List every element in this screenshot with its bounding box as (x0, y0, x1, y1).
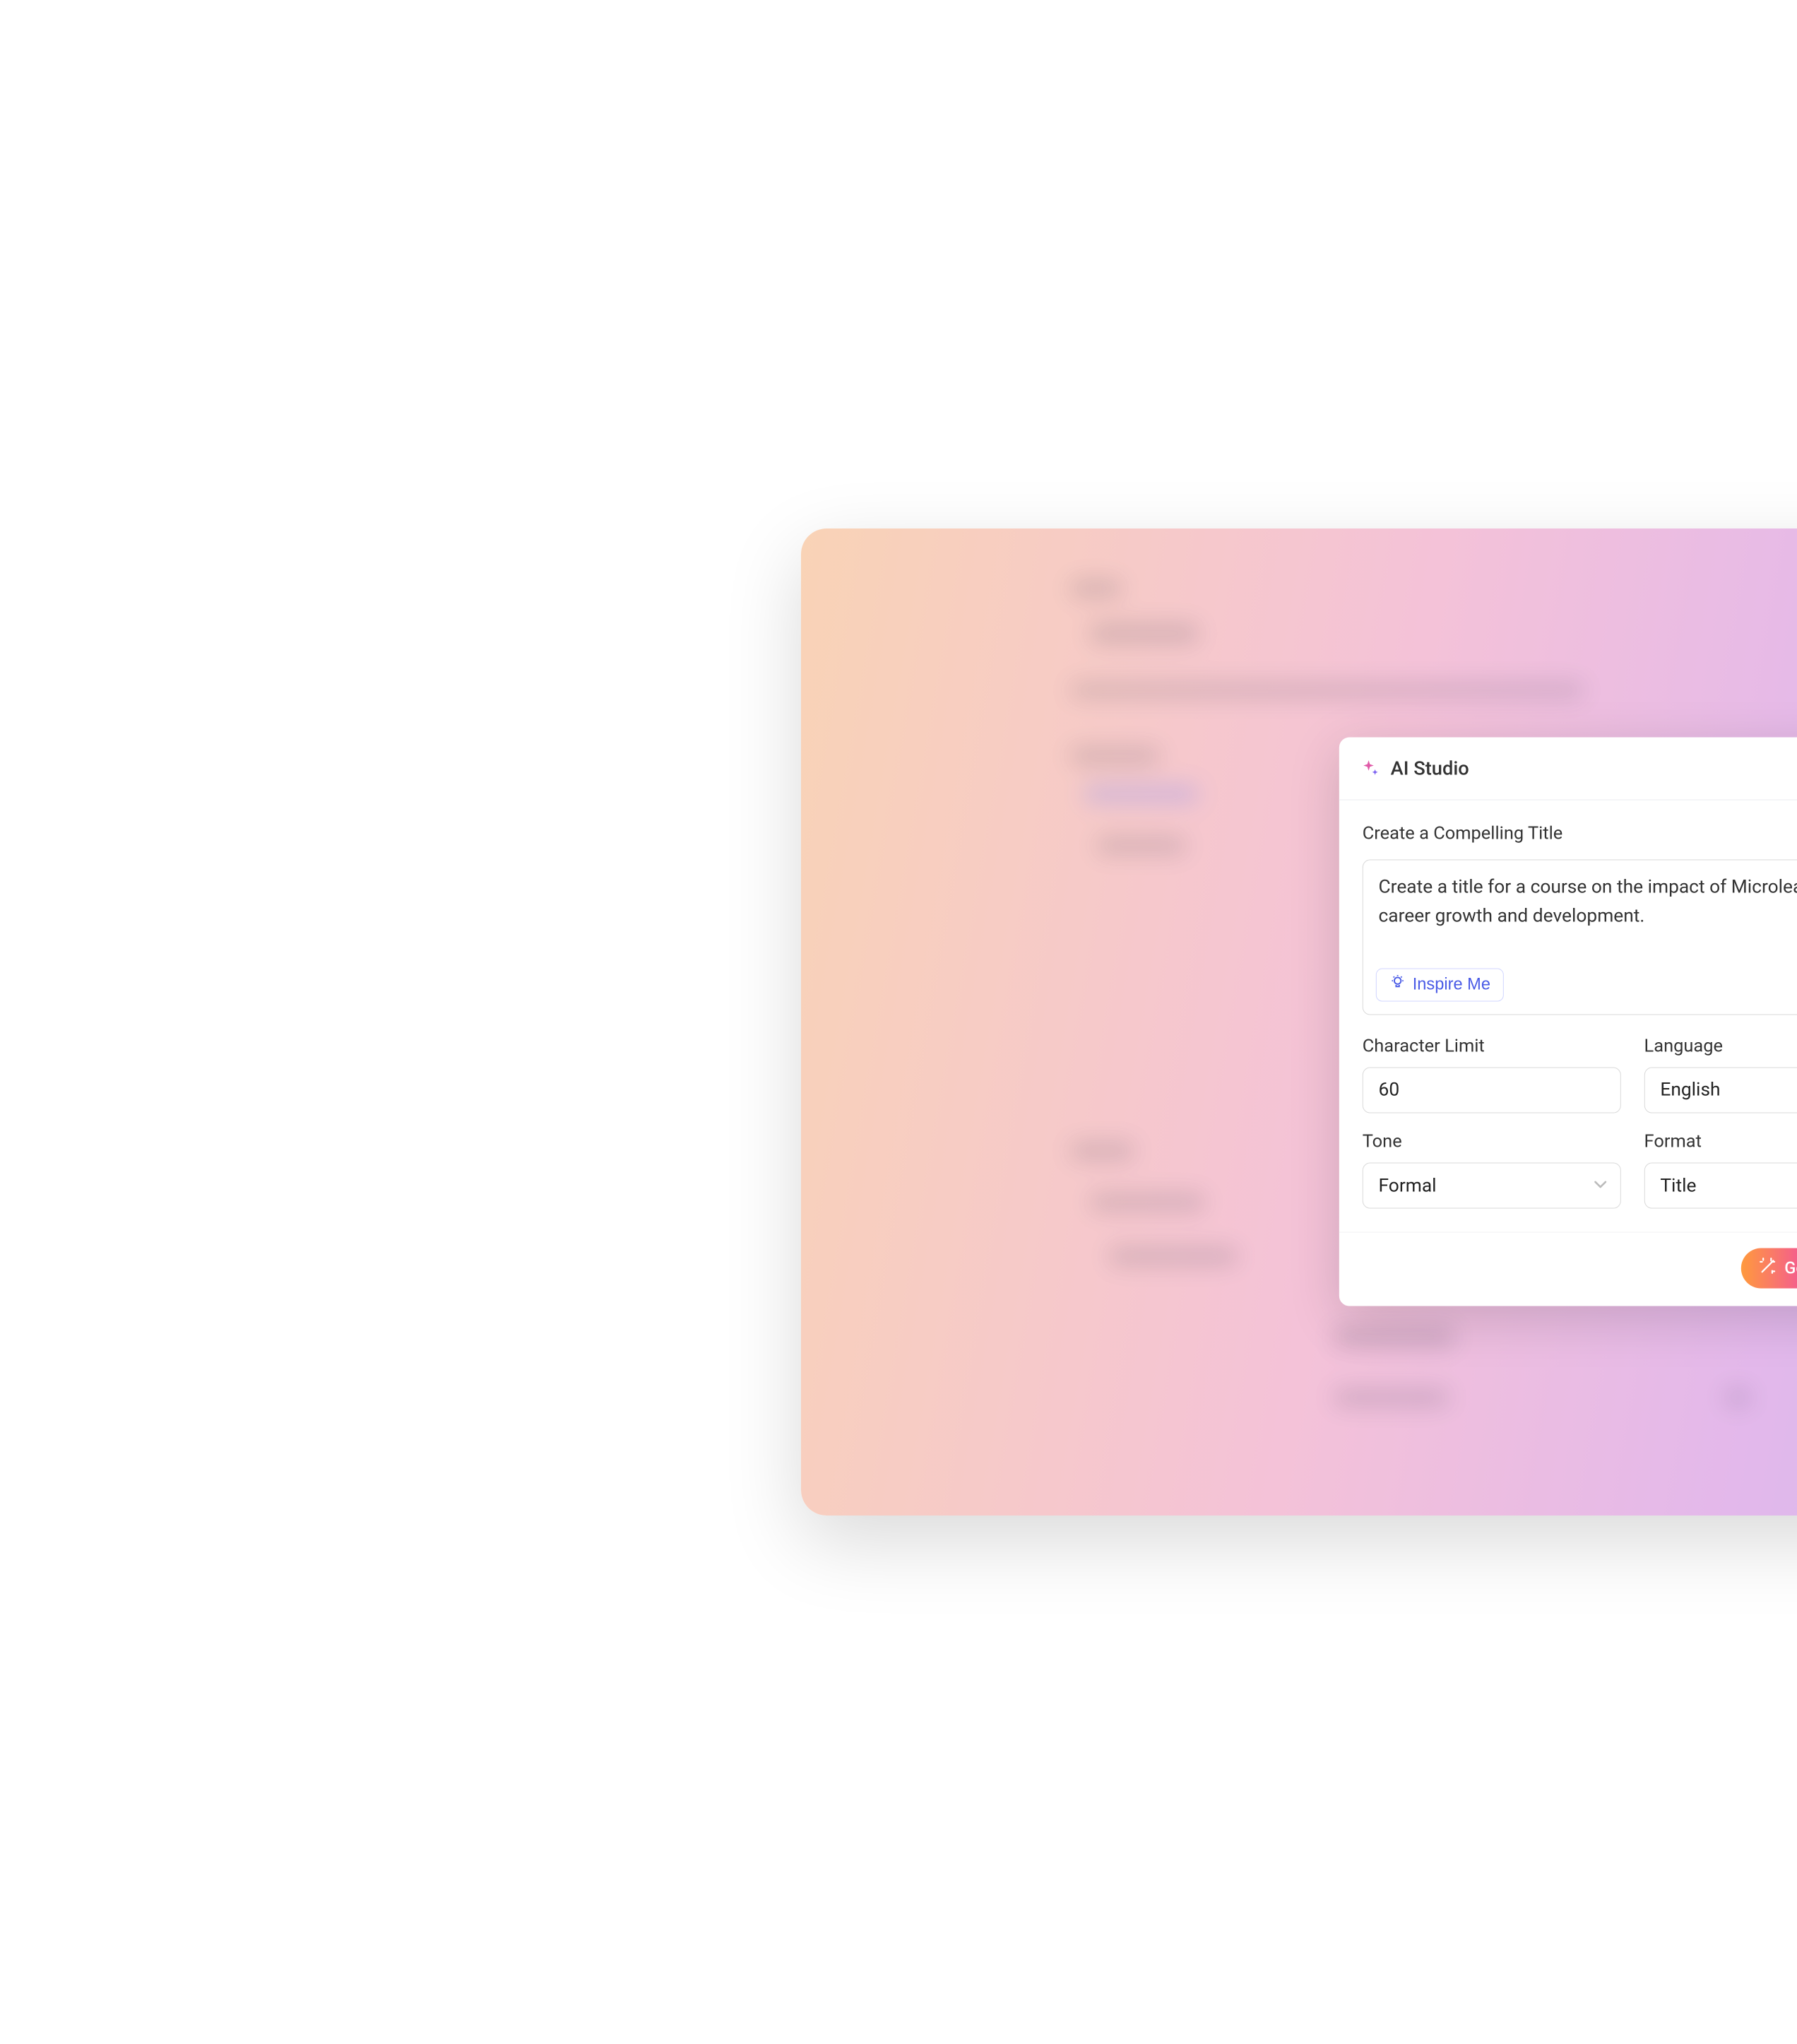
ai-studio-modal: AI Studio Create a Compelling Title Crea… (1339, 738, 1797, 1306)
format-select[interactable]: Title (1644, 1163, 1797, 1209)
modal-title: AI Studio (1391, 757, 1469, 779)
lightbulb-icon (1389, 974, 1406, 996)
format-label: Format (1644, 1131, 1797, 1152)
section-label: Create a Compelling Title (1363, 823, 1797, 844)
modal-footer: Generate Now (1339, 1232, 1797, 1306)
modal-header: AI Studio (1339, 738, 1797, 800)
prompt-textarea-wrap: Create a title for a course on the impac… (1363, 860, 1797, 1015)
tone-label: Tone (1363, 1131, 1621, 1152)
modal-body: Create a Compelling Title Create a title… (1339, 800, 1797, 1232)
magic-wand-icon (1759, 1257, 1777, 1279)
tone-select[interactable]: Formal (1363, 1163, 1621, 1209)
inspire-me-button[interactable]: Inspire Me (1376, 968, 1504, 1001)
generate-now-button[interactable]: Generate Now (1741, 1248, 1797, 1288)
ai-sparkle-icon (1360, 758, 1380, 779)
language-select[interactable]: English (1644, 1067, 1797, 1113)
inspire-me-label: Inspire Me (1413, 975, 1490, 994)
generate-now-label: Generate Now (1784, 1258, 1797, 1278)
char-limit-label: Character Limit (1363, 1036, 1621, 1057)
char-limit-input[interactable] (1363, 1067, 1621, 1113)
language-label: Language (1644, 1036, 1797, 1057)
prompt-textarea[interactable]: Create a title for a course on the impac… (1379, 873, 1797, 958)
